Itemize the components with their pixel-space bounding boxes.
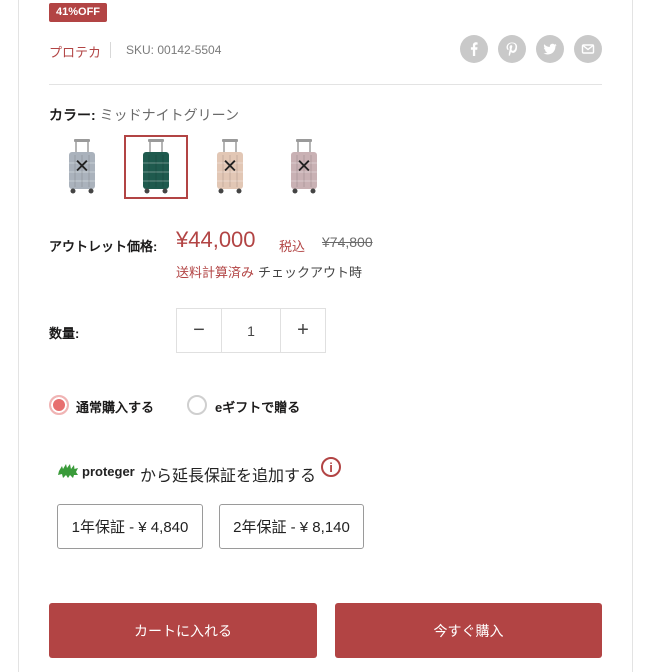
- meta-divider: [110, 42, 111, 58]
- buy-now-button[interactable]: 今すぐ購入: [335, 603, 602, 658]
- suitcase-icon: [143, 139, 169, 194]
- discount-badge: 41%OFF: [49, 3, 108, 22]
- divider: [49, 84, 602, 85]
- facebook-icon[interactable]: [460, 35, 488, 63]
- color-value: ミッドナイトグリーン: [99, 107, 239, 123]
- price-label: アウトレット価格:: [49, 239, 158, 254]
- vendor-link[interactable]: プロテカ: [49, 42, 101, 61]
- pinterest-icon[interactable]: [498, 35, 526, 63]
- email-icon[interactable]: [574, 35, 602, 63]
- radio-egift[interactable]: [187, 395, 207, 415]
- color-label-row: カラー: ミッドナイトグリーン: [49, 105, 239, 125]
- sold-out-cross-icon: ✕: [74, 156, 90, 178]
- quantity-label: 数量:: [49, 326, 80, 341]
- quantity-decrease-button[interactable]: −: [177, 309, 221, 352]
- warranty-option-1yr[interactable]: 1年保証 - ¥ 4,840: [57, 504, 203, 549]
- twitter-icon[interactable]: [536, 35, 564, 63]
- shipping-text: チェックアウト時: [258, 265, 363, 280]
- current-price: ¥44,000: [176, 227, 256, 252]
- sold-out-cross-icon: ✕: [296, 156, 312, 178]
- info-icon[interactable]: i: [321, 457, 341, 477]
- quantity-stepper: − 1 +: [176, 308, 326, 353]
- compare-price: ¥74,800: [322, 234, 373, 250]
- radio-regular-purchase[interactable]: [49, 395, 69, 415]
- add-to-cart-button[interactable]: カートに入れる: [49, 603, 317, 658]
- color-swatch-champagne[interactable]: ✕: [198, 135, 262, 199]
- proteger-logo: proteger: [57, 463, 135, 479]
- color-swatch-midnight-green[interactable]: [124, 135, 188, 199]
- quantity-input[interactable]: 1: [221, 309, 281, 352]
- color-swatch-silver[interactable]: ✕: [50, 135, 114, 199]
- radio-egift-label[interactable]: eギフトで贈る: [215, 397, 300, 416]
- shipping-link[interactable]: 送料計算済み: [176, 262, 254, 281]
- sku-text: SKU: 00142-5504: [126, 43, 222, 57]
- tax-label: 税込: [279, 239, 306, 254]
- color-swatch-rose[interactable]: ✕: [272, 135, 336, 199]
- radio-regular-purchase-label[interactable]: 通常購入する: [76, 397, 154, 416]
- sold-out-cross-icon: ✕: [222, 156, 238, 178]
- warranty-option-2yr[interactable]: 2年保証 - ¥ 8,140: [219, 504, 364, 549]
- proteger-logo-text: proteger: [82, 463, 135, 479]
- proteger-leaf-icon: [58, 464, 78, 478]
- protection-text: から延長保証を追加する: [140, 468, 317, 485]
- quantity-increase-button[interactable]: +: [281, 309, 325, 352]
- color-label: カラー:: [49, 107, 96, 123]
